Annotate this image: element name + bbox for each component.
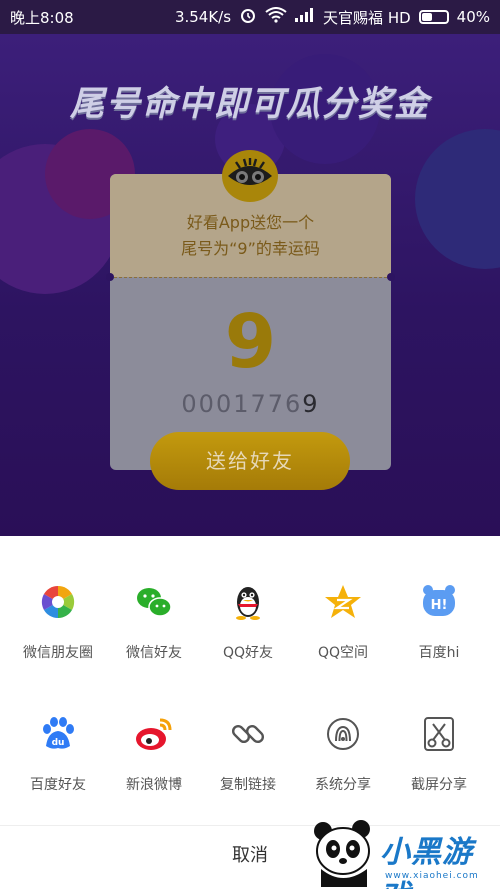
share-copy-link[interactable]: 复制链接 [198, 714, 298, 794]
share-qzone[interactable]: QQ空间 [293, 582, 393, 662]
signal-icon [295, 8, 315, 26]
svg-text:du: du [52, 738, 65, 748]
share-screenshot[interactable]: 截屏分享 [389, 714, 489, 794]
share-wechat-moments[interactable]: 微信朋友圈 [8, 582, 108, 662]
promo-overlay[interactable]: 尾号命中即可瓜分奖金 好看App送您一个 尾号为“9”的幸运码 9 000177… [0, 34, 500, 536]
ticket-line-2: 尾号为“9”的幸运码 [181, 239, 320, 258]
share-label: 百度好友 [30, 777, 86, 793]
share-qq-friend[interactable]: QQ好友 [198, 582, 298, 662]
share-label: 微信好友 [126, 645, 182, 661]
promo-title: 尾号命中即可瓜分奖金 [70, 84, 430, 124]
status-time: 晚上8:08 [10, 8, 74, 27]
battery-icon [418, 10, 449, 24]
share-label: 百度hi [418, 645, 460, 661]
link-icon [228, 714, 268, 754]
haokan-logo-icon [222, 150, 278, 202]
svg-text:H!: H! [431, 598, 448, 613]
decor-bubble [415, 129, 500, 269]
ticket-line-1: 好看App送您一个 [186, 213, 315, 232]
qq-icon [228, 582, 268, 622]
moments-icon [38, 582, 78, 622]
share-label: 系统分享 [315, 777, 371, 793]
ticket-notch-left [106, 273, 114, 281]
alarm-icon [239, 6, 257, 28]
baidu-paw-icon: du [38, 714, 78, 754]
share-baidu-hi[interactable]: H! 百度hi [389, 582, 489, 662]
share-label: 截屏分享 [411, 777, 467, 793]
network-speed: 3.54K/s [174, 8, 232, 26]
share-baidu-friend[interactable]: du 百度好友 [8, 714, 108, 794]
ticket-notch-right [387, 273, 395, 281]
cancel-button[interactable]: 取消 [200, 841, 300, 867]
weibo-icon [134, 714, 174, 754]
share-label: 复制链接 [220, 777, 276, 793]
status-bar: 晚上8:08 3.54K/s 天官赐福 HD 40% [0, 0, 500, 34]
share-label: 微信朋友圈 [23, 645, 93, 661]
system-share-icon [323, 714, 363, 754]
share-wechat-friend[interactable]: 微信好友 [104, 582, 204, 662]
send-to-friend-button[interactable]: 送给好友 [150, 432, 350, 490]
screenshot-share-icon [419, 714, 459, 754]
site-watermark: 小黑游戏 www.xiaohei.com [305, 815, 500, 889]
panda-mascot-icon [309, 817, 379, 889]
lucky-code-prefix: 0001776 [181, 390, 303, 418]
share-label: QQ好友 [222, 645, 274, 661]
wifi-icon [265, 7, 287, 27]
share-label: QQ空间 [317, 645, 369, 661]
watermark-url: www.xiaohei.com [385, 871, 479, 881]
lucky-digit: 9 [224, 299, 277, 385]
lucky-code-last-digit: 9 [302, 390, 320, 418]
battery-percent: 40% [456, 8, 490, 26]
lucky-ticket: 好看App送您一个 尾号为“9”的幸运码 9 00017769 [106, 174, 395, 470]
ticket-divider [114, 277, 387, 278]
share-system[interactable]: 系统分享 [293, 714, 393, 794]
share-weibo[interactable]: 新浪微博 [104, 714, 204, 794]
ticket-message: 好看App送您一个 尾号为“9”的幸运码 [110, 210, 391, 262]
battery-fill [421, 13, 432, 21]
wechat-icon [134, 582, 174, 622]
carrier-name: 天官赐福 HD [323, 8, 411, 27]
qzone-icon [323, 582, 363, 622]
share-label: 新浪微博 [126, 777, 182, 793]
baidu-hi-icon: H! [419, 582, 459, 622]
lucky-code: 00017769 [110, 390, 391, 418]
